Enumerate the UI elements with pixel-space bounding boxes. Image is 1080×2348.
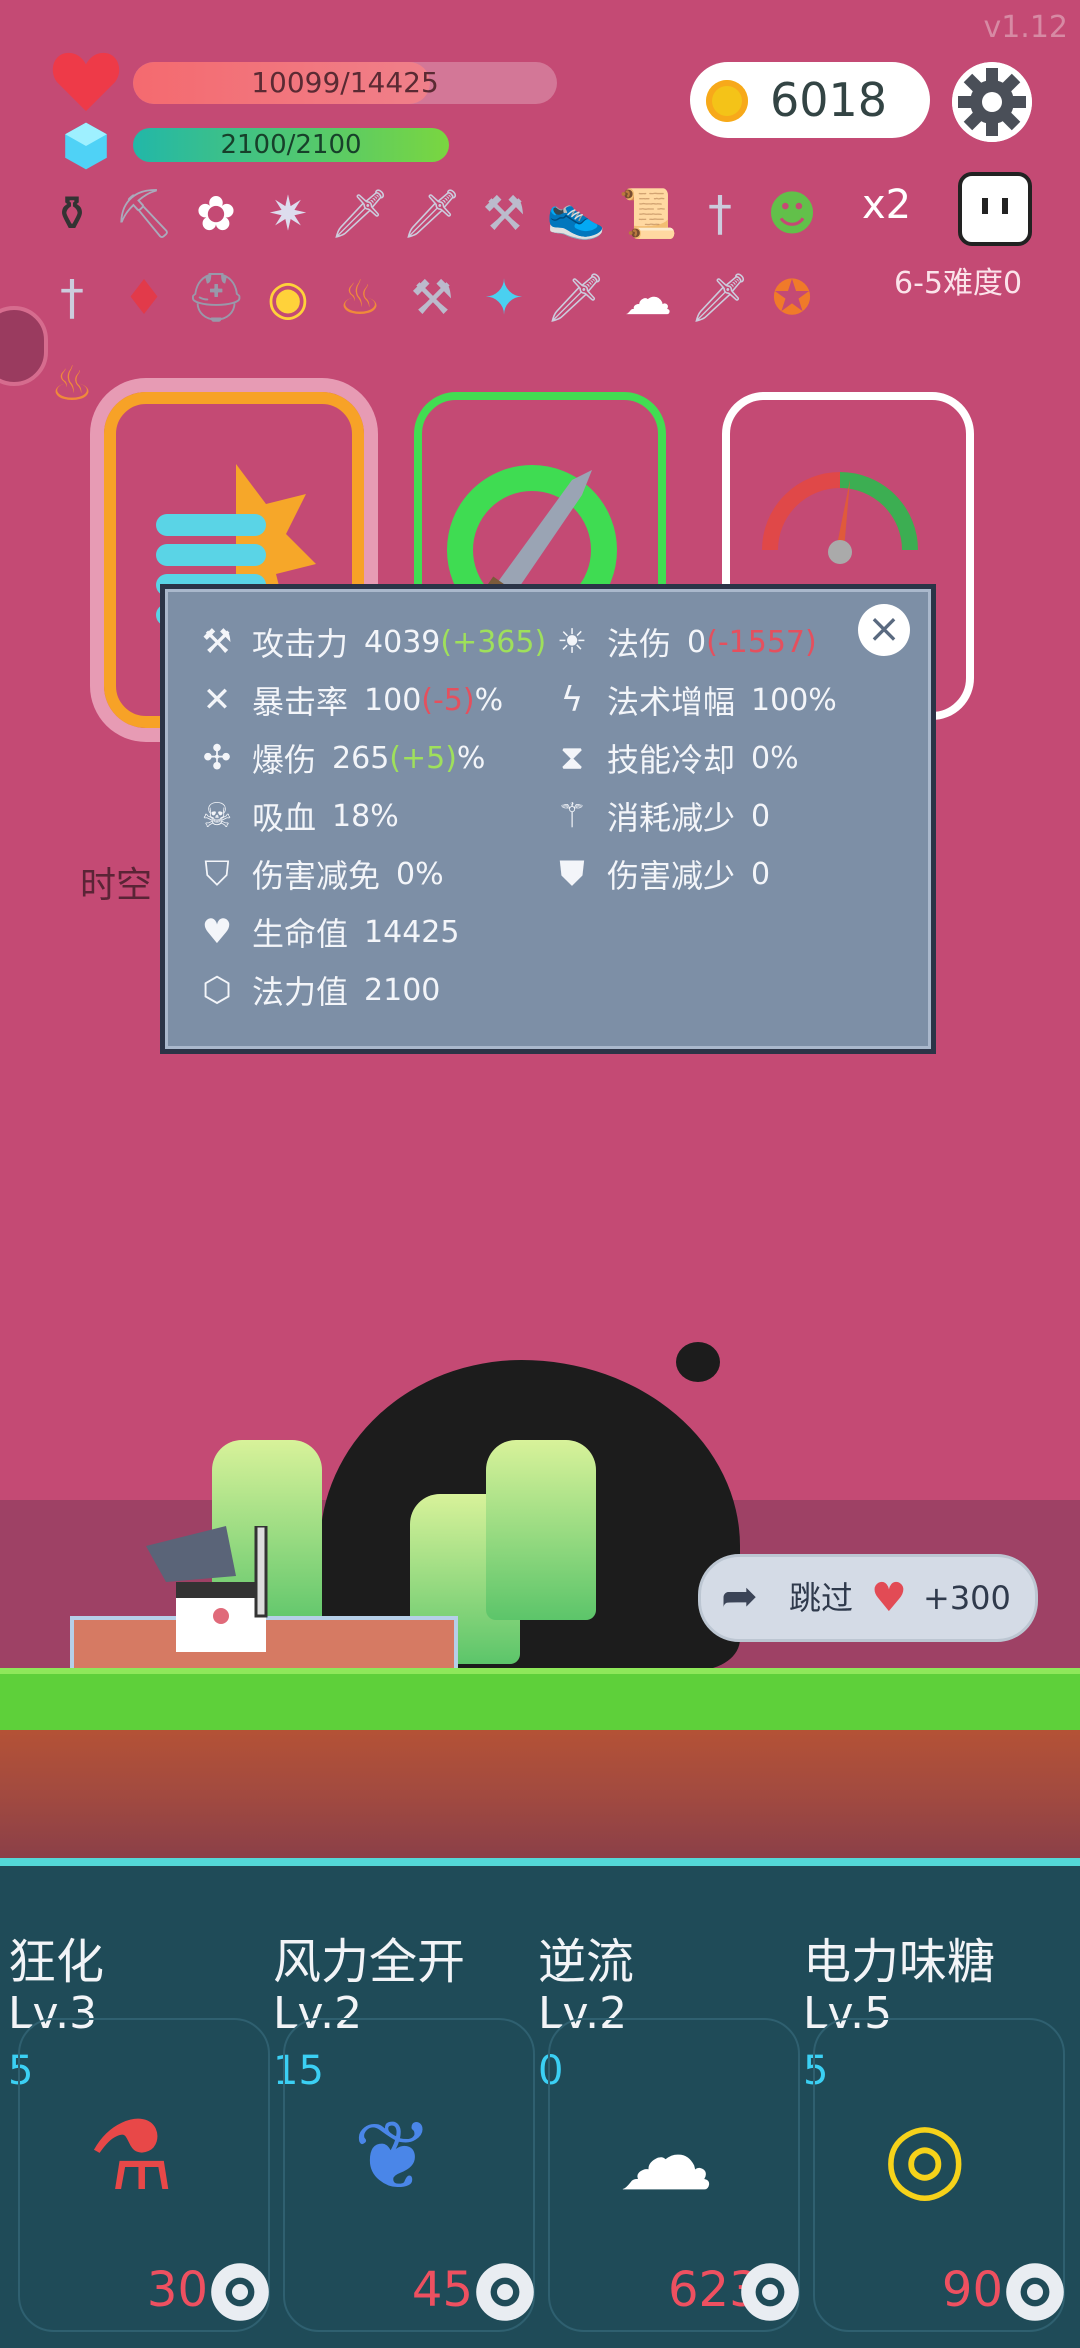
dirt-strip bbox=[0, 1730, 1080, 1860]
stat-cost-reduction: ⚚ 消耗减少 0 bbox=[545, 788, 770, 844]
stat-life: ♥ 生命值 14425 bbox=[190, 904, 460, 960]
stat-cooldown: ⧗ 技能冷却 0% bbox=[545, 730, 799, 786]
skip-amount: +300 bbox=[923, 1579, 1011, 1617]
stat-damage-immunity: ⛉ 伤害减免 0% bbox=[190, 846, 443, 902]
gem-icon[interactable]: ♦ bbox=[116, 270, 172, 326]
gear-icon[interactable] bbox=[738, 2260, 802, 2324]
mana-crystal-icon bbox=[65, 122, 107, 170]
skip-label: 跳过 bbox=[789, 1579, 854, 1617]
lollipop-icon: ◎ bbox=[883, 2100, 967, 2212]
coin-counter: 6018 bbox=[690, 62, 930, 138]
skill-name: 电力味糖 bbox=[803, 1934, 996, 1990]
stat-spell-amp: ϟ 法术增幅 100% bbox=[545, 672, 837, 728]
shield-icon: ⛉ bbox=[204, 854, 230, 894]
dagger-icon[interactable]: † bbox=[44, 270, 100, 326]
ghost-icon[interactable] bbox=[958, 172, 1032, 246]
skill-cost: 30 bbox=[146, 2262, 208, 2318]
heart-shield-icon: ⛊ bbox=[559, 854, 585, 894]
skip-button[interactable]: ➦ 跳过 ♥ +300 bbox=[698, 1554, 1038, 1642]
lightning-icon: ϟ bbox=[560, 680, 584, 720]
grass-strip bbox=[0, 1668, 1080, 1736]
crossed-swords-icon: ✕ bbox=[202, 680, 232, 720]
sun-icon: ☀ bbox=[556, 622, 588, 662]
crystal-icon[interactable]: ✦ bbox=[476, 270, 532, 326]
skill-cost: 90 bbox=[941, 2262, 1003, 2318]
potion-icon: ⚗ bbox=[88, 2100, 175, 2212]
sword-icon[interactable]: 🗡 bbox=[330, 186, 391, 242]
stat-crit-rate: ✕ 暴击率 100 (-5) % bbox=[190, 672, 503, 728]
mp-bar: 2100/2100 bbox=[133, 128, 449, 162]
medal-icon[interactable]: ✪ bbox=[764, 270, 820, 326]
stat-lifesteal: ☠ 吸血 18% bbox=[190, 788, 399, 844]
gear-icon[interactable] bbox=[1003, 2260, 1067, 2324]
stat-attack: ⚒ 攻击力 4039 (+365) bbox=[190, 614, 546, 670]
sword-icon[interactable]: 🗡 bbox=[546, 270, 607, 326]
stat-spell-damage: ☀ 法伤 0 (-1557) bbox=[545, 614, 817, 670]
wizard-cat-character bbox=[146, 1526, 268, 1652]
hp-bar: 10099/14425 bbox=[133, 62, 557, 104]
skill-name: 风力全开 bbox=[273, 1934, 466, 1990]
skill-name: 狂化 bbox=[8, 1934, 105, 1990]
cauldron-icon[interactable]: ⚱ bbox=[44, 186, 100, 242]
burst-icon: ✣ bbox=[202, 738, 232, 778]
scroll-icon[interactable]: 📜 bbox=[618, 186, 678, 242]
stat-damage-reduction: ⛊ 伤害减少 0 bbox=[545, 846, 770, 902]
difficulty-label: 6-5难度0 bbox=[894, 266, 1023, 301]
horned-helmet-icon[interactable]: ⛑ bbox=[186, 270, 247, 326]
tree bbox=[486, 1440, 596, 1620]
heart-icon: ♥ bbox=[201, 912, 233, 952]
sword-icon[interactable]: 🗡 bbox=[690, 270, 751, 326]
gear-icon[interactable] bbox=[473, 2260, 537, 2324]
skill-cost: 623 bbox=[668, 2262, 760, 2318]
heart-icon: ♥ bbox=[871, 1575, 907, 1621]
mp-text: 2100/2100 bbox=[220, 130, 362, 160]
close-icon[interactable]: × bbox=[858, 604, 910, 656]
hammer-icon[interactable]: ⚒ bbox=[404, 270, 460, 326]
wing-icon[interactable]: ☁ bbox=[620, 270, 676, 326]
feather-icon: ❦ bbox=[353, 2100, 434, 2212]
version-label: v1.12 bbox=[983, 10, 1068, 45]
flame-icon[interactable]: ♨ bbox=[44, 356, 100, 412]
hourglass-icon: ⧗ bbox=[560, 738, 584, 778]
stat-crit-damage: ✣ 爆伤 265 (+5) % bbox=[190, 730, 486, 786]
speed-multiplier[interactable]: x2 bbox=[862, 182, 911, 228]
dagger-icon[interactable]: † bbox=[692, 186, 748, 242]
time-label: 时空 bbox=[80, 865, 153, 906]
skill-cost: 45 bbox=[411, 2262, 473, 2318]
sword-icon[interactable]: 🗡 bbox=[402, 186, 463, 242]
stat-mana: ⬡ 法力值 2100 bbox=[190, 962, 440, 1018]
hp-text: 10099/14425 bbox=[251, 66, 439, 99]
magic-wand-icon: ⚚ bbox=[556, 796, 588, 836]
axe-icon[interactable]: ⛏ bbox=[114, 186, 175, 242]
share-arrow-icon: ➦ bbox=[721, 1571, 758, 1622]
hexagon-gem-icon: ⬡ bbox=[202, 970, 232, 1010]
coin-icon bbox=[706, 80, 748, 122]
settings-button[interactable] bbox=[952, 62, 1032, 142]
hammer-icon[interactable]: ⚒ bbox=[476, 186, 532, 242]
skull-icon: ☠ bbox=[201, 796, 233, 836]
heart-icon bbox=[52, 52, 120, 112]
dark-dot bbox=[676, 1342, 720, 1382]
side-menu-tab[interactable] bbox=[0, 306, 48, 386]
egg-icon[interactable]: ◉ bbox=[260, 270, 316, 326]
skill-name: 逆流 bbox=[538, 1934, 635, 1990]
slime-icon[interactable]: ☻ bbox=[764, 186, 820, 242]
battle-axe-icon: ⚒ bbox=[201, 622, 233, 662]
sneaker-icon[interactable]: 👟 bbox=[546, 186, 606, 242]
coin-amount: 6018 bbox=[770, 73, 888, 127]
wing-icon: ☁ bbox=[618, 2100, 714, 2212]
gear-icon[interactable] bbox=[208, 2260, 272, 2324]
flower-icon[interactable]: ✿ bbox=[188, 186, 244, 242]
flame-icon[interactable]: ♨ bbox=[332, 270, 388, 326]
mace-icon[interactable]: ✷ bbox=[260, 186, 316, 242]
